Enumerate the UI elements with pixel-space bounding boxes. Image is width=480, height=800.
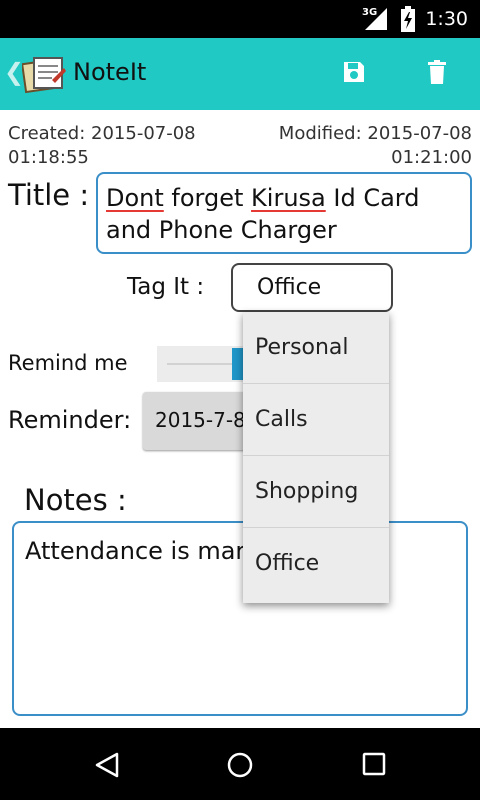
created-time: 01:18:55	[8, 147, 89, 168]
created-date: Created: 2015-07-08	[8, 123, 196, 144]
app-title: NoteIt	[73, 58, 147, 86]
tag-selected-value: Office	[257, 275, 322, 300]
back-icon[interactable]	[94, 752, 120, 778]
remind-me-label: Remind me	[8, 351, 128, 375]
delete-icon[interactable]	[427, 60, 447, 84]
notes-field[interactable]: Attendance is mar	[12, 521, 468, 716]
app-logo-icon[interactable]	[22, 54, 66, 94]
tag-option-personal[interactable]: Personal	[243, 312, 389, 384]
notes-label: Notes :	[24, 483, 127, 517]
title-line-2: and Phone Charger	[106, 216, 337, 244]
title-word: forget	[163, 184, 252, 212]
navigation-bar	[0, 728, 480, 800]
clock: 1:30	[425, 8, 468, 30]
action-bar: ❮ NoteIt	[0, 38, 480, 110]
reminder-date-button[interactable]: 2015-7-8	[143, 392, 255, 450]
recents-icon[interactable]	[362, 752, 386, 776]
modified-info: Modified: 2015-07-08 01:21:00	[279, 122, 472, 170]
reminder-label: Reminder:	[8, 406, 132, 434]
title-word: Id Card	[325, 184, 420, 212]
save-icon[interactable]	[342, 60, 366, 84]
title-word: Dont	[106, 184, 164, 212]
status-bar: 3G 1:30	[0, 0, 480, 38]
tag-option-shopping[interactable]: Shopping	[243, 456, 389, 528]
battery-icon	[401, 6, 415, 32]
reminder-date: 2015-7-8	[155, 408, 246, 432]
modified-date: Modified: 2015-07-08	[278, 123, 472, 144]
notes-text: Attendance is mar	[25, 537, 246, 565]
title-label: Title :	[8, 178, 90, 212]
tag-dropdown: Personal Calls Shopping Office	[243, 312, 389, 603]
tag-spinner[interactable]: Office	[231, 263, 393, 312]
created-info: Created: 2015-07-08 01:18:55	[8, 122, 196, 170]
modified-time: 01:21:00	[391, 147, 472, 168]
tag-option-office[interactable]: Office	[243, 528, 389, 600]
signal-icon	[365, 8, 387, 30]
home-icon[interactable]	[226, 751, 254, 779]
tag-option-calls[interactable]: Calls	[243, 384, 389, 456]
title-word: Kirusa	[251, 184, 326, 212]
title-field[interactable]: Dont forget Kirusa Id Card and Phone Cha…	[96, 172, 472, 254]
tag-label: Tag It :	[127, 274, 205, 300]
